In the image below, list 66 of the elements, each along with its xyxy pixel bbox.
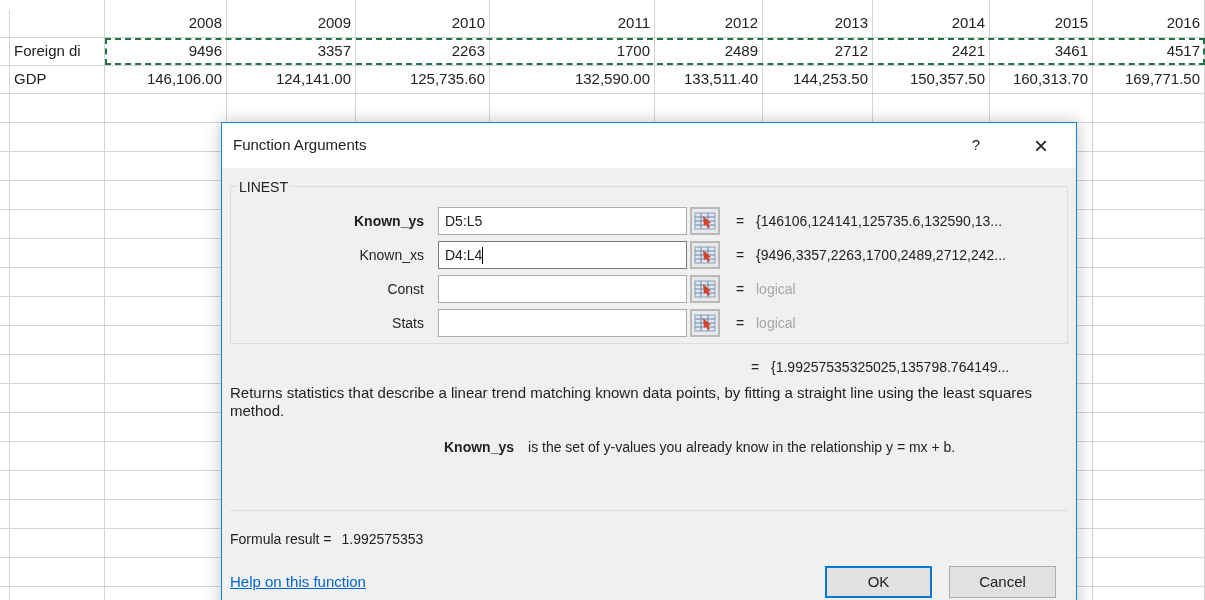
table-cell: 2263 bbox=[356, 38, 490, 65]
table-cell: 2489 bbox=[655, 38, 763, 65]
dialog-button[interactable]: Cancel bbox=[949, 566, 1056, 598]
table-cell: 150,357.50 bbox=[873, 66, 990, 93]
close-button[interactable]: × bbox=[1026, 133, 1056, 158]
argument-label: Stats bbox=[391, 313, 425, 333]
table-cell: 125,735.60 bbox=[356, 66, 490, 93]
table-cell: 146,106.00 bbox=[105, 66, 227, 93]
table-cell: 2008 bbox=[105, 10, 227, 37]
table-cell: 124,141.00 bbox=[227, 66, 356, 93]
help-button[interactable]: ? bbox=[961, 134, 991, 157]
table-cell: 2012 bbox=[655, 10, 763, 37]
table-cell: 2009 bbox=[227, 10, 356, 37]
table-arrow-icon bbox=[694, 212, 716, 230]
table-cell: 3461 bbox=[990, 38, 1093, 65]
table-cell: 132,590.00 bbox=[490, 66, 655, 93]
table-cell: 2016 bbox=[1093, 10, 1205, 37]
table-arrow-icon bbox=[694, 280, 716, 298]
argument-result: logical bbox=[756, 279, 796, 299]
table-cell: 2015 bbox=[990, 10, 1093, 37]
row-label: Foreign di bbox=[14, 41, 81, 62]
table-cell: 3357 bbox=[227, 38, 356, 65]
table-arrow-icon bbox=[694, 314, 716, 332]
table-cell: 1700 bbox=[490, 38, 655, 65]
argument-field[interactable]: D4:L4 bbox=[438, 241, 687, 269]
argument-label: Known_ys bbox=[353, 211, 425, 231]
argument-label: Const bbox=[386, 279, 425, 299]
help-link[interactable]: Help on this function bbox=[230, 570, 808, 594]
collapse-button[interactable] bbox=[690, 207, 720, 235]
argument-help-label: Known_ys bbox=[444, 438, 514, 457]
row-label: GDP bbox=[14, 69, 47, 90]
formula-result-value: 1.992575353 bbox=[341, 530, 424, 549]
table-cell: 2712 bbox=[763, 38, 873, 65]
equals-sign: = bbox=[736, 313, 746, 333]
table-arrow-icon bbox=[694, 246, 716, 264]
argument-result: {146106,124141,125735.6,132590,13... bbox=[756, 211, 1003, 231]
collapse-button[interactable] bbox=[690, 275, 720, 303]
argument-field[interactable] bbox=[438, 275, 687, 303]
collapse-button[interactable] bbox=[690, 241, 720, 269]
table-cell: 133,511.40 bbox=[655, 66, 763, 93]
formula-result-label: Formula result = bbox=[230, 530, 332, 549]
argument-help-text: is the set of y-values you already know in the relationship y = mx + b. bbox=[528, 438, 956, 457]
table-cell: 2421 bbox=[873, 38, 990, 65]
table-cell: 160,313.70 bbox=[990, 66, 1093, 93]
table-cell: 2011 bbox=[490, 10, 655, 37]
argument-result: {9496,3357,2263,1700,2489,2712,242... bbox=[756, 245, 1006, 265]
dialog-button[interactable]: OK bbox=[825, 566, 932, 598]
table-cell: 2014 bbox=[873, 10, 990, 37]
function-description: Returns statistics that describe a linear trend matching known data points, by fitting a straight line using the least squares method. bbox=[230, 384, 1034, 420]
table-cell: 2010 bbox=[356, 10, 490, 37]
table-cell: 169,771.50 bbox=[1093, 66, 1205, 93]
argument-field[interactable]: D5:L5 bbox=[438, 207, 687, 235]
argument-result: logical bbox=[756, 313, 796, 333]
argument-field[interactable] bbox=[438, 309, 687, 337]
table-cell: 4517 bbox=[1093, 38, 1205, 65]
equals-sign: = bbox=[736, 211, 746, 231]
collapse-button[interactable] bbox=[690, 309, 720, 337]
table-cell: 144,253.50 bbox=[763, 66, 873, 93]
equals-sign: = bbox=[736, 245, 746, 265]
argument-label: Known_xs bbox=[358, 245, 425, 265]
equals-sign: = bbox=[751, 357, 761, 377]
dialog-title: Function Arguments bbox=[233, 135, 368, 156]
table-cell: 9496 bbox=[105, 38, 227, 65]
table-cell: 2013 bbox=[763, 10, 873, 37]
equals-sign: = bbox=[736, 279, 746, 299]
function-result: {1.99257535325025,135798.764149... bbox=[771, 357, 1010, 377]
